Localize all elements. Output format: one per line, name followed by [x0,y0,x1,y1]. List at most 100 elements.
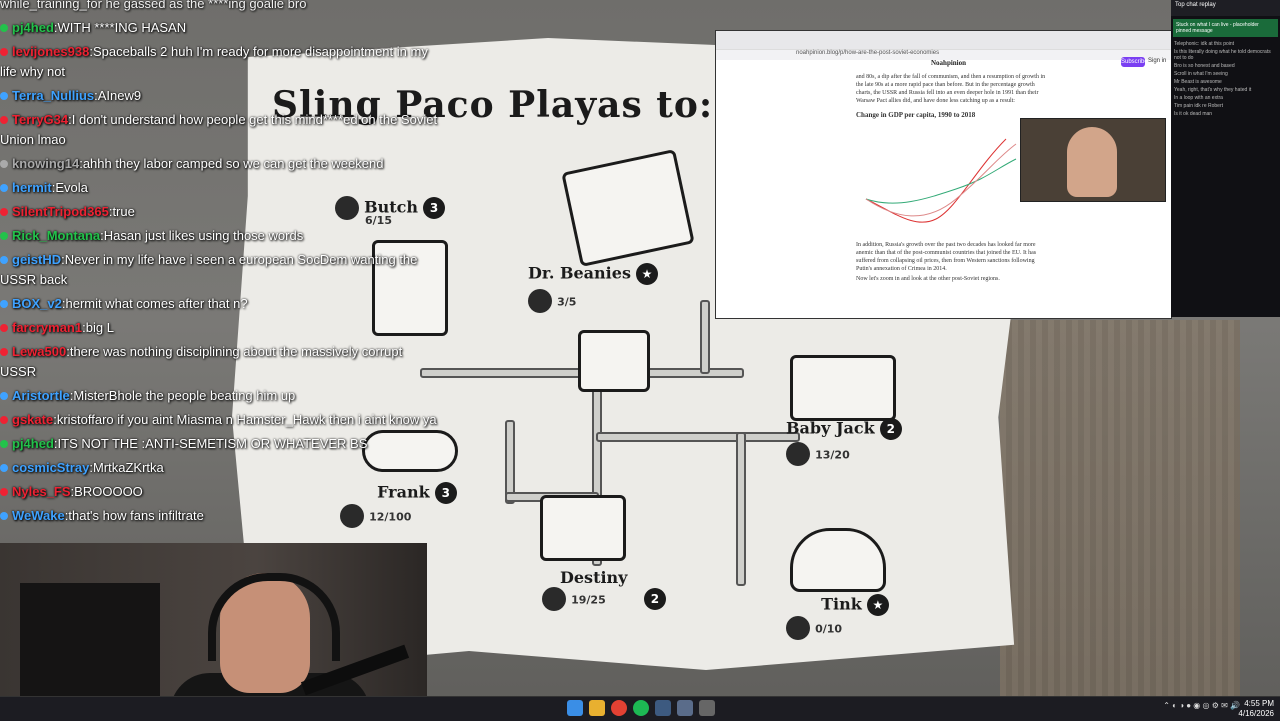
chrome-icon[interactable] [611,700,627,716]
home-house[interactable] [578,330,650,392]
replay-row: Tim pain idk re Robert [1174,103,1223,109]
chat-message: Terra_Nullius:AInew9 [0,84,440,108]
chat-replay-panel[interactable]: Top chat replay Stuck on what I can live… [1171,0,1280,317]
replay-row: Bro is so honest and based [1174,63,1235,69]
streamer2-person [1067,127,1117,197]
chat-message: Nyles_FS:BROOOOO [0,480,440,504]
chat-text: Evola [55,180,88,195]
start-icon[interactable] [567,700,583,716]
node-count: 13/20 [815,448,850,462]
player-face-icon [786,616,810,640]
player-face-icon [528,289,552,313]
chat-message: geistHD:Never in my life have i seen a e… [0,248,440,292]
tink-trailer[interactable] [790,528,886,592]
replay-header[interactable]: Top chat replay [1171,0,1280,16]
chat-message: farcryman1:big L [0,316,440,340]
chat-username[interactable]: TerryG34 [12,112,68,127]
chat-text: hermit what comes after that n? [65,296,248,311]
article-para3: Now let's zoom in and look at the other … [856,276,1000,282]
user-badge-icon [0,48,8,56]
map-path [596,432,800,442]
user-badge-icon [0,464,8,472]
article-para2: In addition, Russia's growth over the pa… [856,242,1037,272]
replay-row: In a loop with an extra [1174,95,1223,101]
spotify-icon[interactable] [633,700,649,716]
app-icon[interactable] [699,700,715,716]
chat-text: AInew9 [97,88,142,103]
replay-list: Telephonic: idk at this point Is this lit… [1171,40,1280,118]
user-badge-icon [0,488,8,496]
chat-username[interactable]: SilentTripod365 [12,204,109,219]
chat-username[interactable]: Rick_Montana [12,228,100,243]
system-tray[interactable]: ⌃ ◐ ◑ ● ◉ ◎ ⚙ ✉ 🔊 [1163,701,1240,710]
chart-title: Change in GDP per capita, 1990 to 2018 [856,111,976,119]
subscribe-button[interactable]: Subscribe [1121,57,1148,67]
node-destiny[interactable]: Destiny 19/25 2 [542,568,666,611]
user-badge-icon [0,24,8,32]
chat-username[interactable]: gskate [12,412,53,427]
chat-username[interactable]: Aristortle [12,388,70,403]
chat-message: SilentTripod365:true [0,200,440,224]
browser-tab-bar[interactable] [716,31,1171,49]
node-count: 3/5 [557,295,577,309]
chat-message: cosmicStray:MrtkaZKrtka [0,456,440,480]
user-badge-icon [0,512,8,520]
replay-row: Mr Beast is awesome [1174,79,1222,85]
replay-row: Is this literally doing what he told dem… [1174,49,1271,61]
chat-username[interactable]: geistHD [12,252,61,267]
chat-message: Aristortle:MisterBhole the people beatin… [0,384,440,408]
chat-username[interactable]: knowing14 [12,156,79,171]
clock-date: 4/16/2026 [1238,709,1274,718]
chat-message: TerryG34:I don't understand how people g… [0,108,440,152]
user-badge-icon [0,160,8,168]
user-badge-icon [0,392,8,400]
chat-text: true [112,204,135,219]
replay-row: Telephonic: idk at this point [1174,41,1235,47]
signin-link[interactable]: Sign in [1148,58,1166,64]
node-count: 0/10 [815,622,843,636]
chat-username[interactable]: cosmicStray [12,460,89,475]
chat-username[interactable]: pj4hed [12,20,54,35]
player-face-icon [542,587,566,611]
node-baby-jack[interactable]: Baby Jack 2 13/20 [786,418,902,466]
chat-username[interactable]: levijones938 [12,44,89,59]
chat-username[interactable]: BOX_v2 [12,296,62,311]
node-count: 19/25 [571,593,606,607]
chat-username[interactable]: Terra_Nullius [12,88,94,103]
baby-jack-building[interactable] [790,355,896,421]
chat-partial: while_training_for he gassed as the ****… [0,0,307,11]
user-badge-icon [0,116,8,124]
chat-username[interactable]: pj4hed [12,436,54,451]
clock-time: 4:55 PM [1244,699,1274,708]
steam-icon[interactable] [655,700,671,716]
chat-text: MisterBhole the people beating him up [73,388,296,403]
chat-text: MrtkaZKrtka [92,460,164,475]
chat-text: BROOOOO [74,484,143,499]
steam-icon-2[interactable] [677,700,693,716]
chat-text: ITS NOT THE :ANTI-SEMETISM OR WHATEVER B… [57,436,368,451]
user-badge-icon [0,416,8,424]
chat-text: kristoffaro if you aint Miasma n Hamster… [56,412,437,427]
streamer-webcam [0,543,427,720]
chat-message: Lewa500:there was nothing disciplining a… [0,340,440,384]
node-badge: ★ [636,263,659,285]
node-name: Dr. Beanies [528,263,631,283]
chat-username[interactable]: Lewa500 [12,344,66,359]
user-badge-icon [0,300,8,308]
chat-username[interactable]: WeWake [12,508,65,523]
file-explorer-icon[interactable] [589,700,605,716]
clock[interactable]: 4:55 PM 4/16/2026 [1238,699,1274,719]
user-badge-icon [0,348,8,356]
node-dr-beanies[interactable]: Dr. Beanies ★ 3/5 [528,263,659,313]
chat-username[interactable]: Nyles_FS [12,484,71,499]
user-badge-icon [0,440,8,448]
chat-message: BOX_v2:hermit what comes after that n? [0,292,440,316]
destiny-location[interactable] [540,495,626,561]
replay-row: Is it ok dead man [1174,111,1213,117]
user-badge-icon [0,92,8,100]
chat-username[interactable]: hermit [12,180,52,195]
chat-username[interactable]: farcryman1 [12,320,82,335]
node-tink[interactable]: Tink ★ 0/10 [786,594,889,640]
stream-chat: while_training_for he gassed as the ****… [0,0,440,528]
user-badge-icon [0,324,8,332]
